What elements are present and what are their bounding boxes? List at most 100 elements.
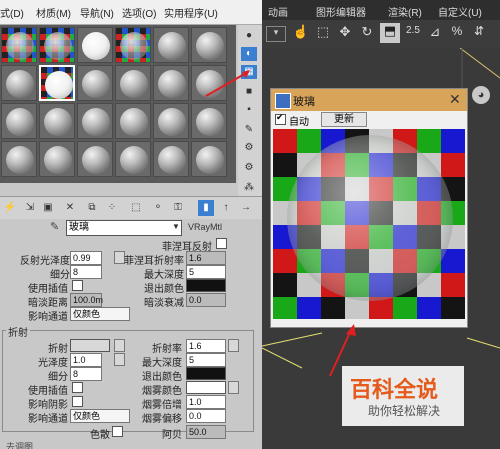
fog-color-map-button[interactable] (228, 381, 239, 394)
put-to-scene-icon[interactable]: ⇲ (22, 200, 38, 216)
menu-graph-editors[interactable]: 图形编辑器 (316, 4, 366, 19)
menu-navigation[interactable]: 导航(N) (80, 5, 114, 20)
get-material-icon[interactable]: ⚡ (2, 200, 18, 216)
material-slot[interactable] (115, 103, 151, 139)
reflect-exit-color-swatch[interactable] (186, 279, 226, 292)
menu-utilities[interactable]: 实用程序(U) (164, 5, 218, 20)
eyedropper-icon[interactable]: ✎ (50, 220, 62, 234)
reflect-max-depth-input[interactable]: 5 (186, 265, 226, 279)
refract-exit-color-swatch[interactable] (186, 367, 226, 380)
menu-animation[interactable]: 动画 (268, 4, 288, 19)
scale-icon[interactable]: ⬒ (380, 23, 400, 43)
material-slot[interactable] (39, 141, 75, 177)
menu-customize[interactable]: 自定义(U) (438, 4, 482, 19)
make-copy-icon[interactable]: ⧉ (84, 200, 100, 216)
material-slot[interactable] (153, 27, 189, 63)
material-slot[interactable] (77, 103, 113, 139)
dispersion-checkbox[interactable] (112, 426, 123, 437)
put-to-library-icon[interactable]: ⬚ (128, 200, 144, 216)
material-slot[interactable] (77, 65, 113, 101)
chevron-down-icon[interactable]: ▼ (172, 222, 180, 232)
material-slot[interactable] (115, 141, 151, 177)
material-slot[interactable] (1, 27, 37, 63)
reflect-use-interp-checkbox[interactable] (72, 280, 83, 291)
fresnel-ior-input[interactable]: 1.6 (186, 251, 226, 265)
reflect-subdivs-input[interactable]: 8 (70, 265, 102, 279)
checker-tile (297, 297, 321, 319)
assign-material-icon[interactable]: ▣ (40, 200, 56, 216)
material-slot[interactable] (153, 65, 189, 101)
material-slot[interactable] (153, 103, 189, 139)
material-slot[interactable] (191, 27, 227, 63)
material-slot[interactable] (77, 27, 113, 63)
go-forward-sibling-icon[interactable]: → (238, 200, 254, 216)
make-unique-icon[interactable]: ⁘ (104, 200, 120, 216)
sample-type-icon[interactable]: ● (241, 29, 257, 43)
fog-multiplier-input[interactable]: 1.0 (186, 395, 226, 409)
close-icon[interactable]: ✕ (449, 91, 461, 108)
material-slot[interactable] (191, 141, 227, 177)
angle-snap-icon[interactable]: ⊿ (426, 24, 444, 42)
material-type-button[interactable]: VRayMtl (188, 222, 222, 232)
show-shaded-icon[interactable]: ⚿ (170, 200, 186, 216)
abbe-input[interactable]: 50.0 (186, 425, 226, 439)
material-slot[interactable] (1, 141, 37, 177)
material-slot[interactable] (191, 103, 227, 139)
material-slot[interactable] (115, 27, 151, 63)
reflect-glossiness-input[interactable]: 0.99 (70, 251, 102, 265)
material-slot[interactable] (153, 141, 189, 177)
video-color-check-icon[interactable]: ▪ (241, 103, 257, 117)
backlight-icon[interactable]: ◐ (241, 47, 257, 61)
percent-snap-icon[interactable]: % (448, 24, 466, 42)
material-slot[interactable] (39, 103, 75, 139)
material-id-icon[interactable]: ⚬ (150, 200, 166, 216)
fog-bias-input[interactable]: 0.0 (186, 409, 226, 423)
material-slot[interactable] (39, 27, 75, 63)
material-slot[interactable] (77, 141, 113, 177)
reflect-affect-channels-select[interactable]: 仅颜色 (70, 307, 130, 321)
rotate-icon[interactable]: ↻ (358, 24, 376, 42)
refract-ior-input[interactable]: 1.6 (186, 339, 226, 353)
reflect-glossiness-label: 反射光泽度 (20, 256, 70, 267)
refract-subdivs-input[interactable]: 8 (70, 367, 102, 381)
fresnel-reflections-checkbox[interactable] (216, 238, 227, 249)
refract-ior-map-button[interactable] (228, 339, 239, 352)
reflect-dim-falloff-input[interactable]: 0.0 (186, 293, 226, 307)
refract-map-button[interactable] (114, 339, 125, 352)
reflect-dim-distance-input[interactable]: 100.0m (70, 293, 103, 307)
refract-glossiness-input[interactable]: 1.0 (70, 353, 102, 367)
update-button[interactable]: 更新 (321, 112, 367, 127)
material-sphere-icon[interactable]: ◕ (472, 86, 490, 104)
material-map-navigator-icon[interactable]: ⁂ (241, 181, 257, 195)
menu-rendering[interactable]: 渲染(R) (388, 4, 422, 19)
menu-mode[interactable]: 式(D) (0, 5, 24, 20)
material-slot[interactable] (1, 103, 37, 139)
material-name-input[interactable]: 玻璃 (66, 220, 182, 236)
refract-use-interp-checkbox[interactable] (72, 382, 83, 393)
refract-max-depth-input[interactable]: 5 (186, 353, 226, 367)
select-by-material-icon[interactable]: ⚙ (241, 161, 257, 175)
go-to-parent-icon[interactable]: ↑ (218, 200, 234, 216)
fog-color-swatch[interactable] (186, 381, 226, 394)
menu-material[interactable]: 材质(M) (36, 5, 71, 20)
affect-shadows-checkbox[interactable] (72, 396, 83, 407)
make-preview-icon[interactable]: ✎ (241, 123, 257, 137)
move-icon[interactable]: ✥ (336, 24, 354, 42)
refract-glossiness-map-button[interactable] (114, 353, 125, 366)
select-region-icon[interactable]: ⬚ (314, 24, 332, 42)
refract-affect-channels-select[interactable]: 仅颜色 (70, 409, 130, 423)
slot-sphere (120, 108, 148, 136)
material-slot[interactable] (1, 65, 37, 101)
select-object-icon[interactable]: ☝ (292, 24, 310, 42)
show-end-result-icon[interactable]: ▮ (198, 200, 214, 216)
selection-filter-dropdown[interactable]: ▾ (266, 26, 286, 42)
refract-exit-color-label: 退出颜色 (142, 372, 182, 383)
material-slot-active[interactable] (39, 65, 75, 101)
material-slot[interactable] (115, 65, 151, 101)
menu-options[interactable]: 选项(O) (122, 5, 156, 20)
options-icon[interactable]: ⚙ (241, 141, 257, 155)
spinner-snap-icon[interactable]: ⇵ (470, 24, 488, 42)
refract-color-swatch[interactable] (70, 339, 110, 352)
snap-25-toggle[interactable]: 2.5 (406, 25, 420, 36)
reset-material-icon[interactable]: ✕ (62, 200, 78, 216)
